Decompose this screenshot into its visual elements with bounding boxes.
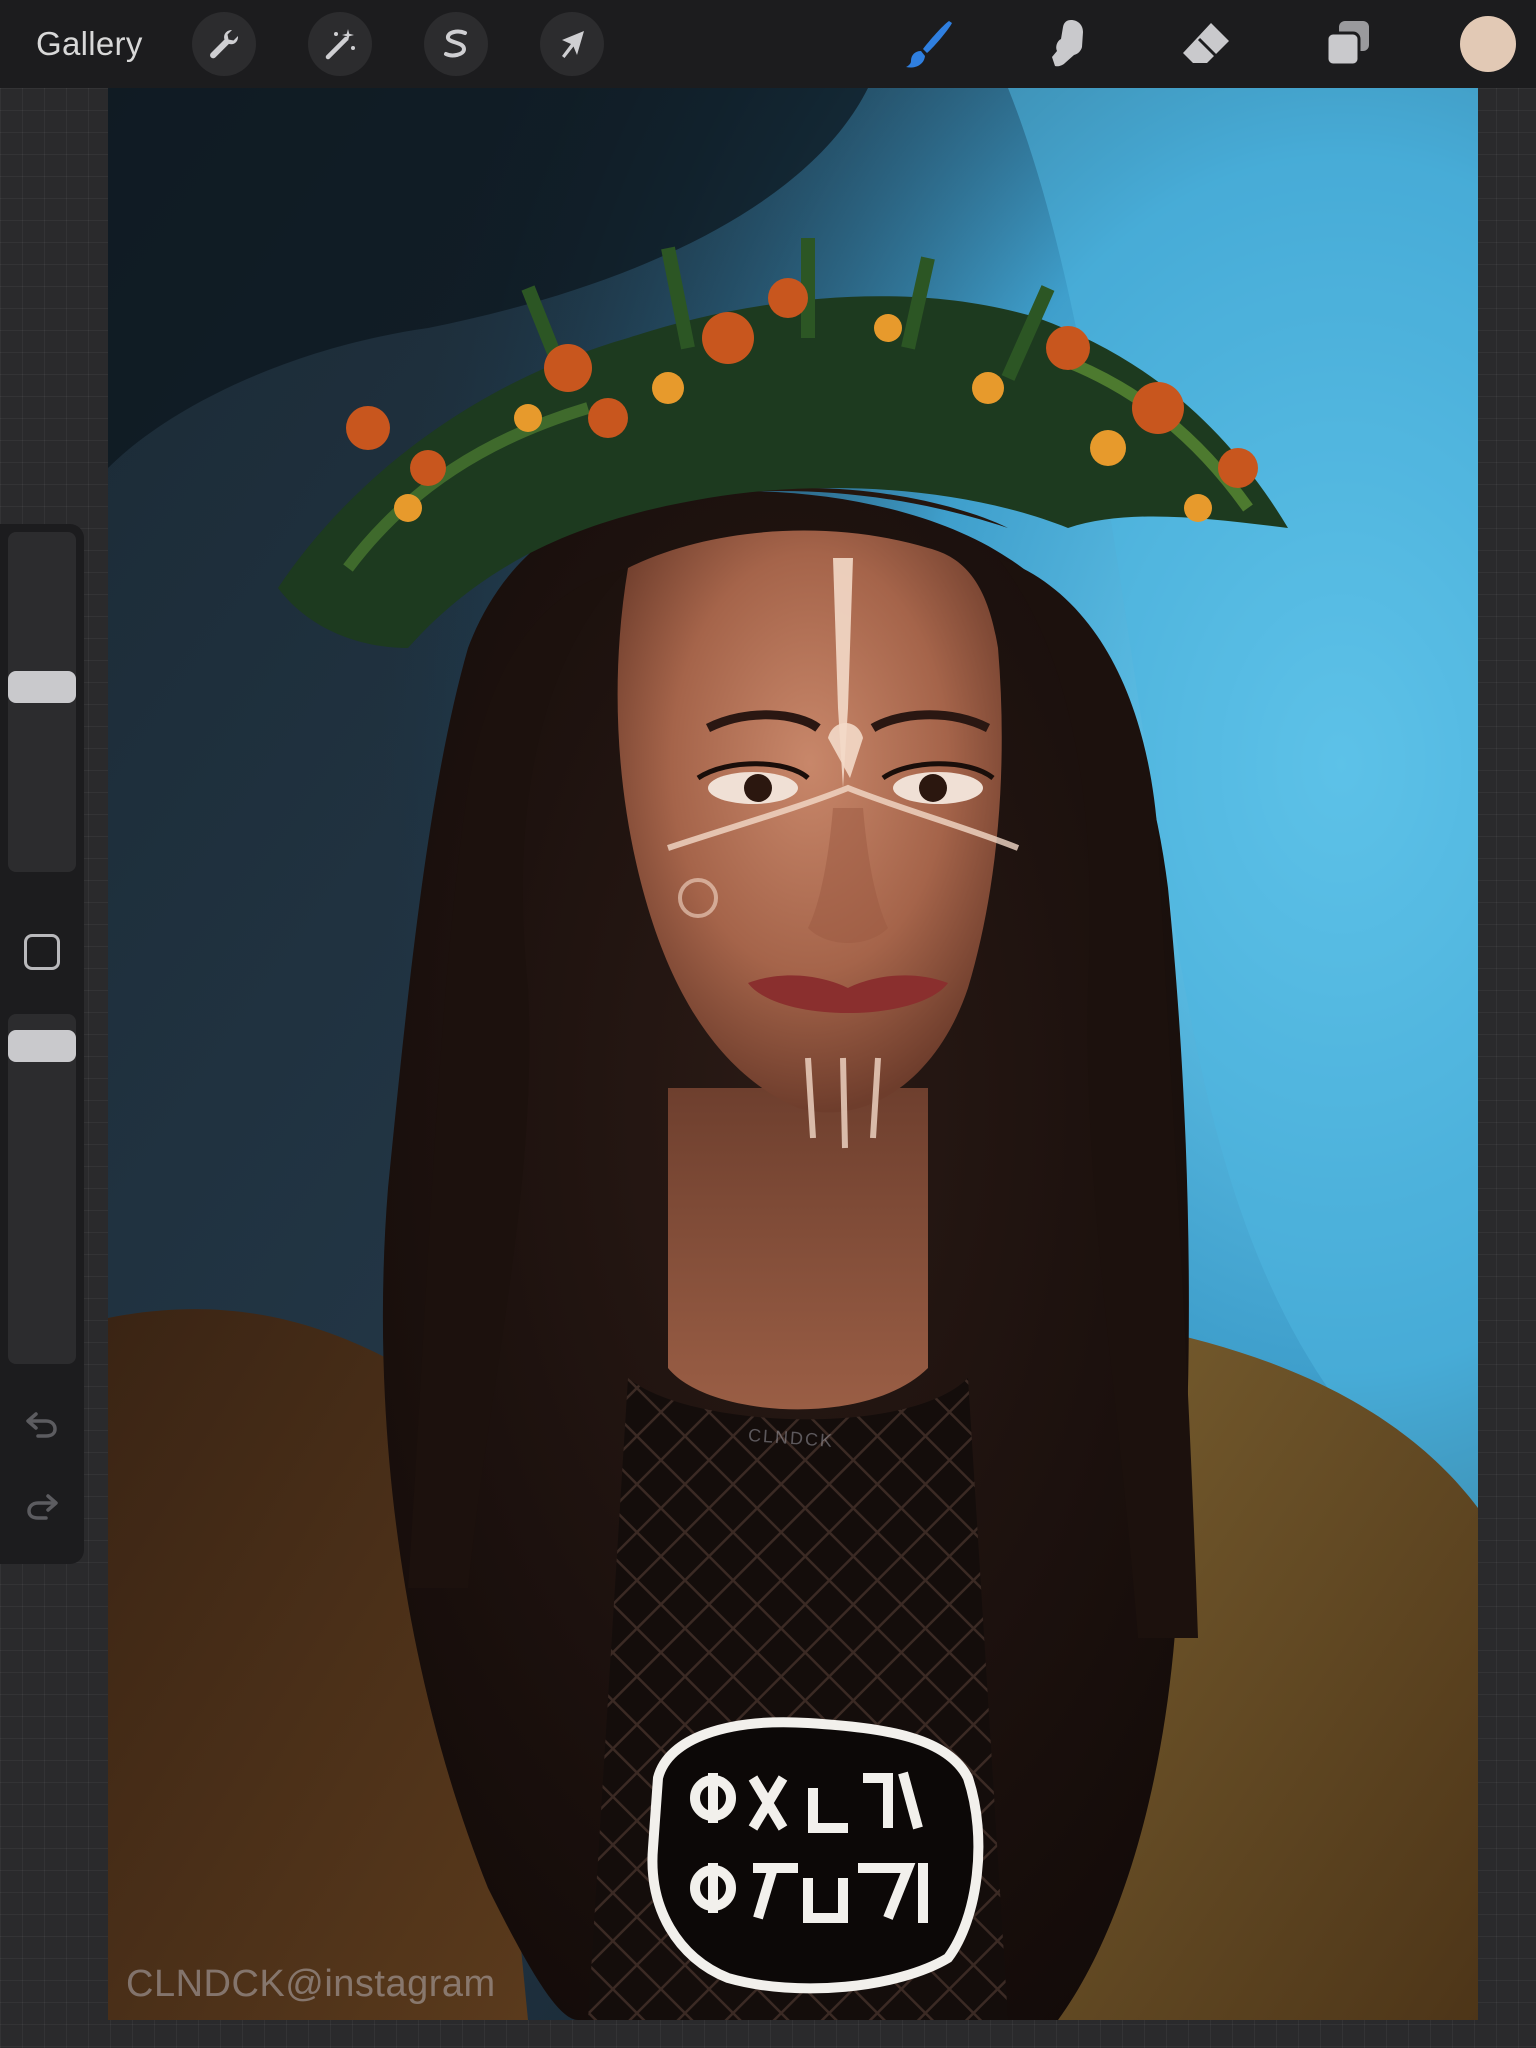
procreate-app: CLNDCK CLNDCK@instagram Gallery bbox=[0, 0, 1536, 2048]
smudge-tool-button[interactable] bbox=[1036, 12, 1100, 76]
selection-s-icon bbox=[444, 29, 467, 58]
drawing-canvas[interactable]: CLNDCK CLNDCK@instagram bbox=[108, 88, 1478, 2020]
brush-size-slider[interactable] bbox=[8, 532, 76, 872]
left-sidebar bbox=[0, 524, 84, 1564]
gallery-button[interactable]: Gallery bbox=[36, 22, 143, 66]
adjustments-button[interactable] bbox=[308, 12, 372, 76]
layers-button[interactable] bbox=[1316, 12, 1380, 76]
undo-icon bbox=[26, 1412, 57, 1438]
top-toolbar: Gallery bbox=[0, 0, 1536, 88]
eraser-tool-button[interactable] bbox=[1174, 12, 1238, 76]
redo-icon bbox=[27, 1494, 58, 1520]
smudge-icon bbox=[1052, 20, 1083, 67]
artist-logo bbox=[647, 1717, 984, 1994]
watermark: CLNDCK@instagram bbox=[126, 1963, 496, 2005]
undo-button[interactable] bbox=[22, 1404, 62, 1444]
transform-button[interactable] bbox=[540, 12, 604, 76]
modify-button[interactable] bbox=[24, 934, 60, 970]
eraser-icon bbox=[1183, 23, 1229, 63]
selection-button[interactable] bbox=[424, 12, 488, 76]
opacity-slider[interactable] bbox=[8, 1014, 76, 1364]
brush-icon bbox=[906, 21, 952, 68]
redo-button[interactable] bbox=[22, 1486, 62, 1526]
arrow-cursor-icon bbox=[562, 31, 584, 58]
wrench-icon bbox=[210, 30, 239, 59]
artwork bbox=[108, 88, 1478, 2020]
magic-wand-icon bbox=[325, 29, 355, 60]
color-picker-button[interactable] bbox=[1460, 16, 1516, 72]
brush-tool-button[interactable] bbox=[898, 12, 962, 76]
layers-icon bbox=[1325, 21, 1369, 67]
opacity-thumb[interactable] bbox=[8, 1030, 76, 1062]
brush-size-thumb[interactable] bbox=[8, 671, 76, 703]
actions-button[interactable] bbox=[192, 12, 256, 76]
